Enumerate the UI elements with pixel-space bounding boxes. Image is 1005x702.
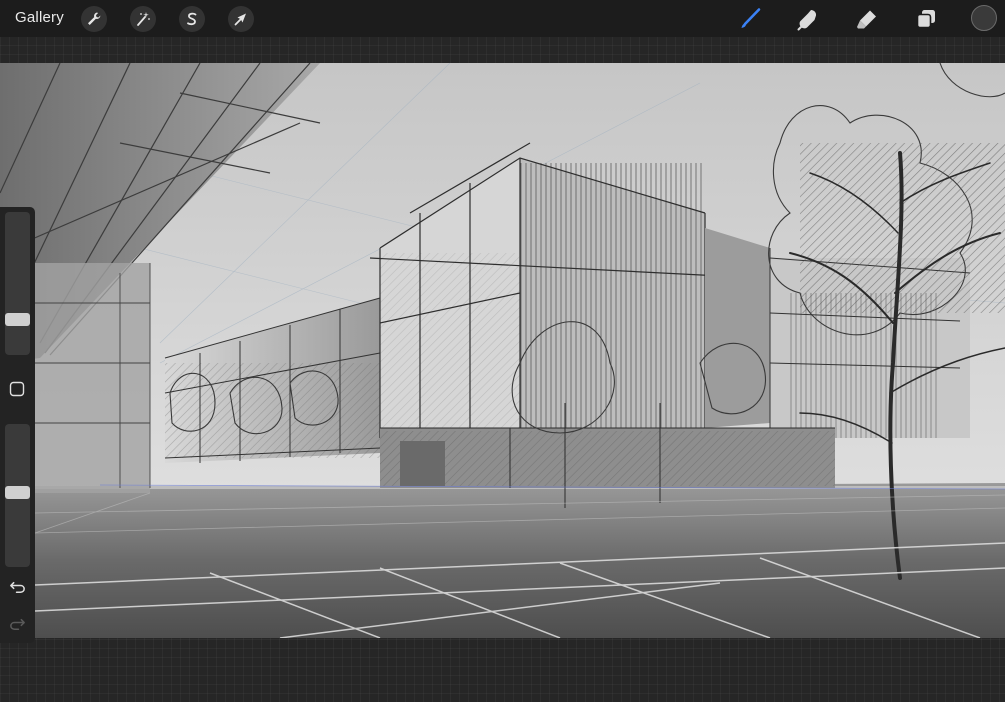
arrow-cursor-icon	[234, 13, 246, 26]
eraser-icon	[857, 10, 876, 29]
layers-icon	[916, 10, 935, 29]
transform-button[interactable]	[228, 6, 254, 32]
undo-arrow-icon[interactable]	[8, 577, 27, 596]
actions-button[interactable]	[81, 6, 107, 32]
square-modify-icon[interactable]	[9, 381, 25, 397]
gallery-button[interactable]: Gallery	[15, 9, 64, 26]
opacity-thumb[interactable]	[5, 486, 30, 499]
layers-tool[interactable]	[912, 5, 940, 33]
color-swatch[interactable]	[971, 5, 997, 31]
smudge-tool[interactable]	[794, 5, 822, 33]
selection-button[interactable]	[179, 6, 205, 32]
brush-size-thumb[interactable]	[5, 313, 30, 326]
procreate-app: Gallery	[0, 0, 1005, 702]
smudge-finger-icon	[797, 10, 817, 31]
top-toolbar: Gallery	[0, 0, 1005, 37]
magic-wand-icon	[137, 12, 150, 26]
brush-size-slider[interactable]	[5, 212, 30, 355]
drawing-canvas[interactable]	[0, 63, 1005, 638]
opacity-slider[interactable]	[5, 424, 30, 567]
selection-s-icon	[187, 12, 197, 26]
left-sidebar	[0, 207, 35, 643]
brush-tool[interactable]	[736, 5, 764, 33]
wrench-icon	[88, 12, 101, 25]
architectural-sketch	[0, 63, 1005, 638]
brush-icon	[741, 8, 761, 28]
adjustments-button[interactable]	[130, 6, 156, 32]
redo-arrow-icon[interactable]	[8, 614, 27, 633]
eraser-tool[interactable]	[853, 5, 881, 33]
